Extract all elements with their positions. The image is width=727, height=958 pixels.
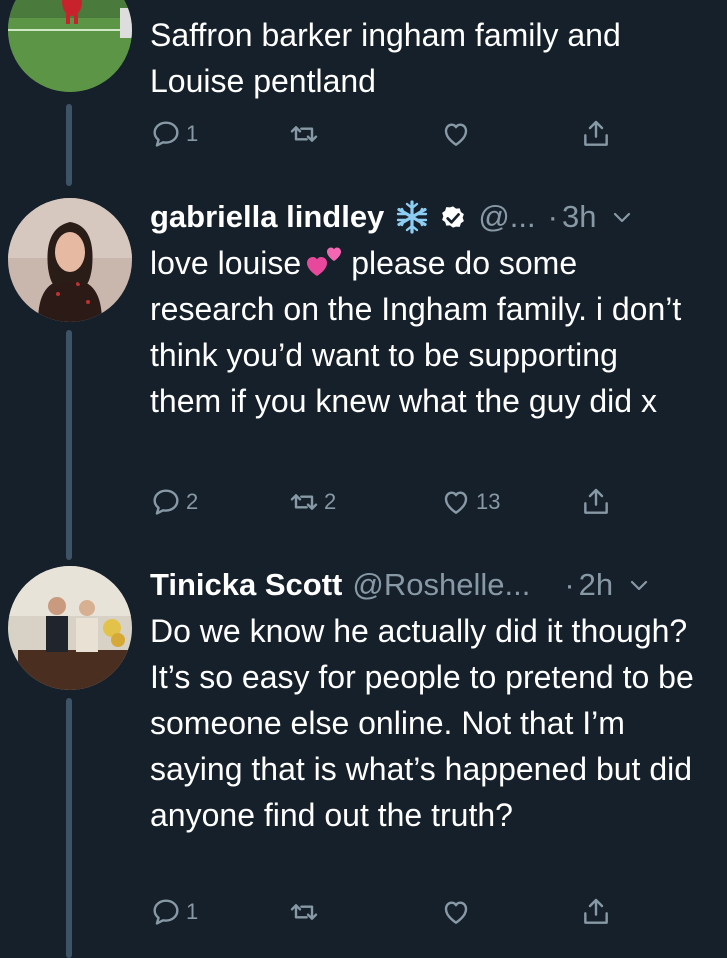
share-icon <box>584 488 608 514</box>
avatar[interactable] <box>8 0 132 92</box>
retweet-button[interactable]: 2 <box>288 486 336 518</box>
retweet-button[interactable] <box>288 118 324 150</box>
reply-count: 1 <box>186 121 199 146</box>
reply-count: 1 <box>186 899 199 924</box>
snowflake-icon <box>397 200 428 234</box>
tweet-text: Saffron barker ingham family and Louise … <box>150 17 621 99</box>
heart-icon <box>444 901 468 924</box>
like-button[interactable]: 13 <box>440 486 500 518</box>
retweet-count: 2 <box>324 489 337 514</box>
like-button[interactable] <box>440 896 476 928</box>
timestamp[interactable]: 2h <box>579 566 613 604</box>
like-count: 13 <box>476 489 501 514</box>
like-button[interactable] <box>440 118 476 150</box>
verified-badge-icon <box>442 206 465 228</box>
tweet-2[interactable]: gabriella lindley @... · 3h love louise … <box>0 186 727 560</box>
chevron-down-icon[interactable] <box>610 198 634 236</box>
chevron-down-icon[interactable] <box>627 566 651 604</box>
reply-count: 2 <box>186 489 199 514</box>
thread-line <box>66 330 72 560</box>
tweet-header: Tinicka Scott @Roshelle... · 2h <box>150 566 710 604</box>
share-button[interactable] <box>580 486 612 518</box>
reply-button[interactable]: 1 <box>150 118 198 150</box>
tweet-actions: 1 <box>150 896 620 936</box>
retweet-icon <box>290 494 318 510</box>
tweet-text: love louise please do some research on t… <box>150 240 695 424</box>
display-name[interactable]: gabriella lindley <box>150 198 384 236</box>
heart-icon <box>444 491 468 514</box>
share-icon <box>584 120 608 146</box>
retweet-icon <box>290 904 318 920</box>
tweet-header: gabriella lindley @... · 3h <box>150 198 710 236</box>
share-button[interactable] <box>580 896 612 928</box>
thread-line <box>66 104 72 186</box>
reply-icon <box>153 899 179 925</box>
tweet-1[interactable]: Saffron barker ingham family and Louise … <box>0 0 727 186</box>
avatar[interactable] <box>8 566 132 690</box>
reply-button[interactable]: 2 <box>150 486 198 518</box>
tweet-actions: 1 <box>150 118 620 158</box>
share-icon <box>584 898 608 924</box>
reply-icon <box>153 489 179 515</box>
handle[interactable]: @Roshelle... <box>352 566 530 604</box>
tweet-text-start: love louise <box>150 245 302 281</box>
tweet-actions: 2 2 13 <box>150 486 620 526</box>
tweet-text: Do we know he actually did it though? It… <box>150 613 694 833</box>
reply-icon <box>153 121 179 147</box>
display-name[interactable]: Tinicka Scott <box>150 566 342 604</box>
separator-dot: · <box>547 199 558 234</box>
avatar[interactable] <box>8 198 132 322</box>
handle[interactable]: @... <box>478 198 535 236</box>
share-button[interactable] <box>580 118 612 150</box>
retweet-icon <box>290 126 318 142</box>
reply-button[interactable]: 1 <box>150 896 198 928</box>
thread-line <box>66 698 72 958</box>
tweet-3[interactable]: Tinicka Scott @Roshelle... · 2h Do we kn… <box>0 554 727 958</box>
retweet-button[interactable] <box>288 896 324 928</box>
separator-dot: · <box>564 567 575 602</box>
heart-icon <box>444 123 468 146</box>
timestamp[interactable]: 3h <box>562 198 596 236</box>
two-hearts-emoji <box>307 247 342 276</box>
